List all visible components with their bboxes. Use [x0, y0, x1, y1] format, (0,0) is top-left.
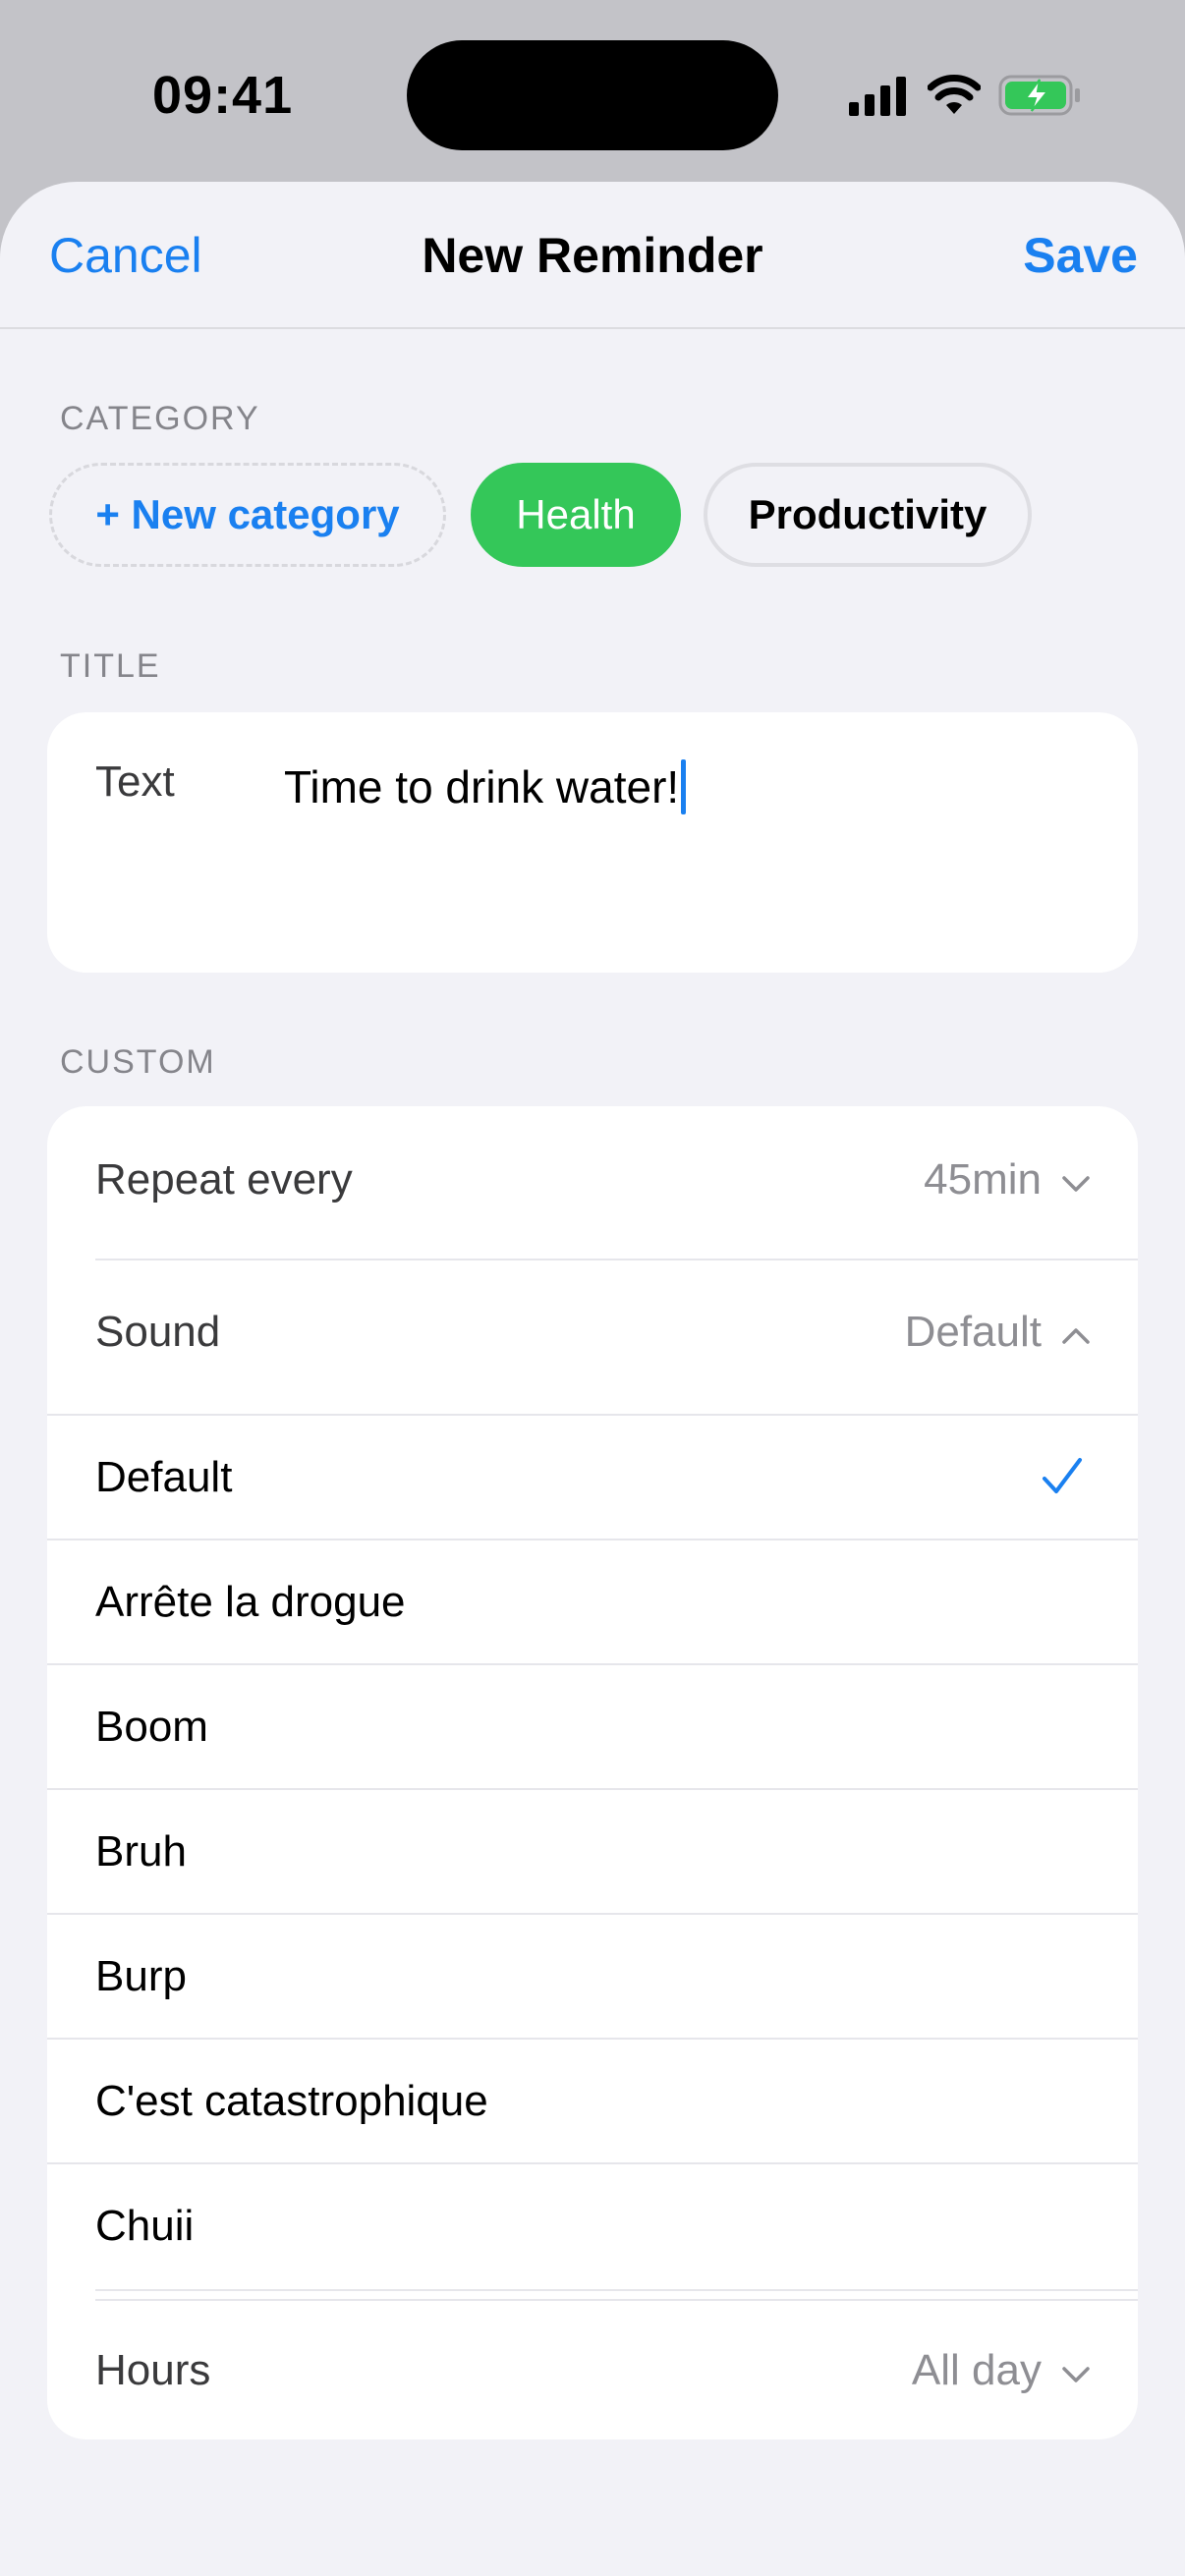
sound-label: Sound [95, 1308, 221, 1356]
row-divider [95, 2289, 1138, 2291]
title-text-input[interactable]: Time to drink water! [284, 759, 687, 814]
repeat-every-row[interactable]: Repeat every 45min [47, 1106, 1138, 1259]
title-section-label: TITLE [60, 647, 161, 685]
category-chip-productivity[interactable]: Productivity [704, 463, 1032, 567]
hours-label: Hours [95, 2346, 211, 2394]
sound-option-chuii[interactable]: Chuii [47, 2164, 1138, 2289]
save-button[interactable]: Save [1023, 227, 1138, 284]
sound-option-label: Default [95, 1453, 233, 1501]
custom-settings-card: Repeat every 45min Sound Default Default [47, 1106, 1138, 2439]
status-time: 09:41 [152, 66, 294, 125]
sound-option-arrete-la-drogue[interactable]: Arrête la drogue [47, 1540, 1138, 1665]
sound-option-boom[interactable]: Boom [47, 1665, 1138, 1790]
wifi-icon [928, 75, 981, 114]
title-card: Text Time to drink water! [47, 712, 1138, 973]
sound-value: Default [904, 1308, 1042, 1356]
sound-option-cest-catastrophique[interactable]: C'est catastrophique [47, 2040, 1138, 2164]
checkmark-icon [1043, 1458, 1082, 1493]
custom-section-label: CUSTOM [60, 1043, 216, 1081]
sound-option-label: Chuii [95, 2202, 195, 2250]
sound-option-label: Boom [95, 1703, 208, 1751]
category-section-label: CATEGORY [60, 400, 260, 437]
sound-option-label: Burp [95, 1952, 187, 2000]
sound-option-label: Arrête la drogue [95, 1578, 406, 1626]
chevron-down-icon [1062, 1176, 1090, 1192]
sound-option-bruh[interactable]: Bruh [47, 1790, 1138, 1915]
category-chip-health[interactable]: Health [471, 463, 681, 567]
sound-option-label: Bruh [95, 1827, 187, 1876]
chevron-down-icon [1062, 2367, 1090, 2382]
text-cursor [681, 759, 687, 814]
sound-option-label: C'est catastrophique [95, 2077, 488, 2125]
hours-value: All day [911, 2346, 1042, 2394]
chevron-up-icon [1062, 1328, 1090, 1344]
battery-charging-icon [998, 75, 1080, 116]
new-category-button[interactable]: + New category [49, 463, 446, 567]
hours-row[interactable]: Hours All day [47, 2301, 1138, 2439]
cellular-signal-icon [849, 77, 906, 116]
dynamic-island [407, 40, 778, 150]
text-field-label: Text [95, 757, 175, 806]
new-reminder-sheet: Cancel New Reminder Save CATEGORY + New … [0, 182, 1185, 2576]
sound-option-default[interactable]: Default [47, 1416, 1138, 1540]
navigation-bar: Cancel New Reminder Save [0, 182, 1185, 329]
sound-row[interactable]: Sound Default [47, 1260, 1138, 1414]
repeat-every-label: Repeat every [95, 1155, 353, 1204]
status-bar: 09:41 [0, 0, 1185, 187]
page-title: New Reminder [422, 228, 763, 283]
title-text-value: Time to drink water! [284, 761, 680, 812]
sound-option-burp[interactable]: Burp [47, 1915, 1138, 2040]
repeat-every-value: 45min [924, 1155, 1042, 1204]
